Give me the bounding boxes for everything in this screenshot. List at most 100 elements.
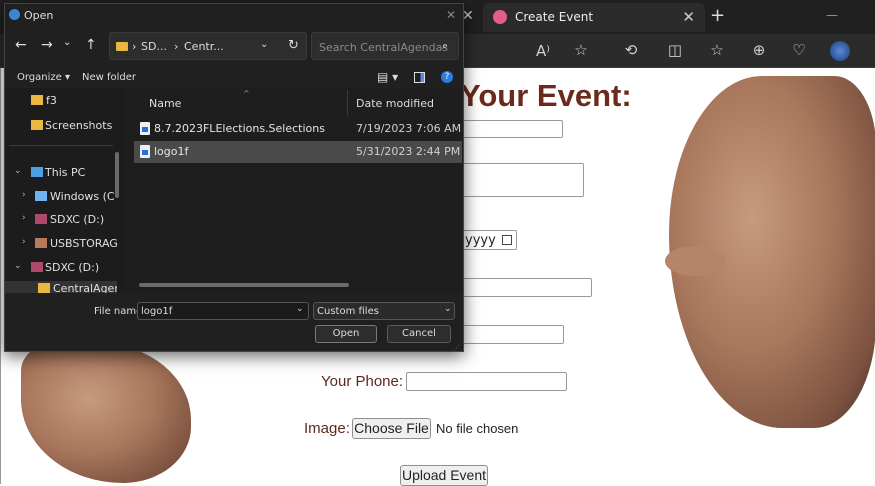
nav-item-centralagendas[interactable]: CentralAgen	[5, 281, 117, 293]
file-name-value: logo1f	[141, 306, 173, 317]
browser-essentials-icon[interactable]: ♡	[786, 41, 812, 59]
split-screen-icon[interactable]: ◫	[662, 41, 688, 59]
event-date-input[interactable]: yyyy	[462, 230, 517, 250]
tab-favicon-icon	[493, 10, 507, 24]
refresh-icon[interactable]: ↻	[288, 38, 299, 53]
profile-avatar[interactable]	[830, 41, 850, 61]
read-aloud-icon[interactable]: A⁾	[530, 42, 556, 60]
search-icon[interactable]: ⌕	[442, 39, 448, 53]
nav-item-windows-c[interactable]: › Windows (C	[5, 186, 117, 208]
file-icon	[140, 122, 150, 135]
horizontal-scrollbar[interactable]	[139, 283, 349, 287]
favorite-star-icon[interactable]: ☆	[568, 41, 594, 59]
file-icon	[140, 145, 150, 158]
forward-arrow-icon[interactable]: →	[41, 37, 53, 53]
help-icon[interactable]: ?	[441, 71, 453, 83]
file-name-dropdown-icon[interactable]: ⌄	[296, 304, 304, 314]
right-hand-thumb	[665, 246, 725, 276]
file-date: 5/31/2023 2:44 PM	[356, 145, 461, 158]
file-name-input[interactable]: logo1f ⌄	[137, 302, 309, 320]
folder-icon	[116, 42, 128, 51]
breadcrumb-sd[interactable]: SD...	[141, 40, 167, 53]
nav-item-this-pc[interactable]: ⌄ This PC	[5, 162, 117, 184]
chevron-right-icon[interactable]: ›	[22, 213, 26, 223]
open-button[interactable]: Open	[315, 325, 377, 343]
resize-grip-icon[interactable]: ⋰	[453, 344, 460, 352]
file-type-dropdown-icon[interactable]: ⌄	[444, 304, 452, 314]
up-arrow-icon[interactable]: ↑	[85, 37, 97, 53]
edge-app-icon	[9, 9, 20, 20]
tab-close-icon[interactable]: ✕	[682, 8, 695, 26]
browser-tab-create-event[interactable]: Create Event ✕	[483, 3, 705, 32]
dialog-close-icon[interactable]: ✕	[446, 8, 456, 22]
file-list-pane: Name ^ Date modified 8.7.2023FLElections…	[125, 88, 463, 293]
drive-icon	[35, 191, 47, 201]
cancel-button[interactable]: Cancel	[387, 325, 451, 343]
chevron-down-icon[interactable]: ⌄	[14, 261, 22, 271]
sort-caret-icon: ^	[243, 89, 250, 98]
navigation-pane: f3 Screenshots ⌄ This PC › Windows (C › …	[5, 88, 125, 293]
favorites-icon[interactable]: ☆	[704, 41, 730, 59]
choose-file-button[interactable]: Choose File	[352, 418, 431, 439]
computer-icon	[31, 167, 43, 177]
file-type-select[interactable]: Custom files ⌄	[313, 302, 455, 320]
minimize-icon[interactable]: —	[826, 8, 838, 22]
phone-input[interactable]	[406, 372, 567, 391]
event-location-input[interactable]	[462, 278, 592, 297]
file-type-value: Custom files	[317, 306, 379, 317]
nav-pane-scrollbar[interactable]	[115, 152, 119, 198]
nav-item-usbstorage[interactable]: › USBSTORAG	[5, 233, 117, 255]
path-dropdown-icon[interactable]: ⌄	[260, 39, 268, 50]
chevron-right-icon[interactable]: ›	[22, 237, 26, 247]
chevron-right-icon[interactable]: ›	[22, 190, 26, 200]
dialog-command-bar: Organize ▾ New folder ▤ ▾ ?	[5, 66, 463, 90]
extensions-icon[interactable]: ⟲	[618, 41, 644, 59]
event-name-input[interactable]	[462, 120, 563, 138]
open-file-dialog: Open ✕ ← → ⌄ ↑ › SD... › Centr... ⌄ ↻ Se…	[4, 3, 464, 352]
breadcrumb-separator: ›	[132, 40, 137, 53]
nav-divider	[9, 145, 113, 146]
file-row-selected[interactable]: logo1f 5/31/2023 2:44 PM	[134, 141, 462, 163]
collections-icon[interactable]: ⊕	[746, 41, 772, 59]
nav-item-sdxc-d-expanded[interactable]: ⌄ SDXC (D:)	[5, 257, 117, 279]
folder-icon	[38, 283, 50, 293]
organize-menu[interactable]: Organize ▾	[17, 72, 70, 83]
folder-icon	[31, 120, 43, 130]
view-options-icon[interactable]: ▤ ▾	[377, 70, 398, 84]
phone-label: Your Phone:	[321, 373, 404, 390]
column-header-date-modified[interactable]: Date modified	[356, 97, 434, 110]
search-input[interactable]: Search CentralAgendas ⌕	[311, 32, 459, 60]
chevron-down-icon[interactable]: ⌄	[14, 166, 22, 176]
email-input[interactable]	[462, 325, 564, 344]
no-file-chosen-text: No file chosen	[436, 421, 519, 436]
folder-icon	[31, 95, 43, 105]
file-name: logo1f	[154, 145, 189, 158]
upload-event-button[interactable]: Upload Event	[400, 465, 488, 486]
sd-card-icon	[35, 214, 47, 224]
calendar-icon[interactable]	[502, 235, 512, 245]
preview-pane-icon[interactable]	[414, 72, 425, 83]
nav-item-f3[interactable]: f3	[5, 90, 117, 112]
page-heading: Your Event:	[460, 78, 632, 113]
nav-item-screenshots[interactable]: Screenshots	[5, 115, 117, 137]
address-breadcrumb[interactable]: › SD... › Centr... ⌄ ↻	[109, 32, 307, 60]
breadcrumb-central[interactable]: Centr...	[184, 40, 224, 53]
file-date: 7/19/2023 7:06 AM	[356, 122, 462, 135]
new-tab-icon[interactable]: +	[710, 5, 725, 26]
search-placeholder: Search CentralAgendas	[319, 41, 449, 54]
column-header-name[interactable]: Name	[149, 97, 181, 110]
image-label: Image:	[304, 420, 350, 437]
left-hand-image	[21, 343, 191, 483]
new-folder-button[interactable]: New folder	[82, 72, 136, 83]
back-arrow-icon[interactable]: ←	[15, 37, 27, 53]
usb-drive-icon	[35, 238, 47, 248]
column-divider[interactable]	[347, 90, 348, 116]
tab-title: Create Event	[515, 10, 594, 24]
event-description-textarea[interactable]	[462, 163, 584, 197]
file-row[interactable]: 8.7.2023FLElections.Selections 7/19/2023…	[134, 118, 462, 140]
file-name: 8.7.2023FLElections.Selections	[154, 122, 325, 135]
sd-card-icon	[31, 262, 43, 272]
dialog-title: Open	[24, 9, 54, 22]
recent-locations-chevron-icon[interactable]: ⌄	[63, 37, 71, 48]
nav-item-sdxc-d[interactable]: › SDXC (D:)	[5, 209, 117, 231]
